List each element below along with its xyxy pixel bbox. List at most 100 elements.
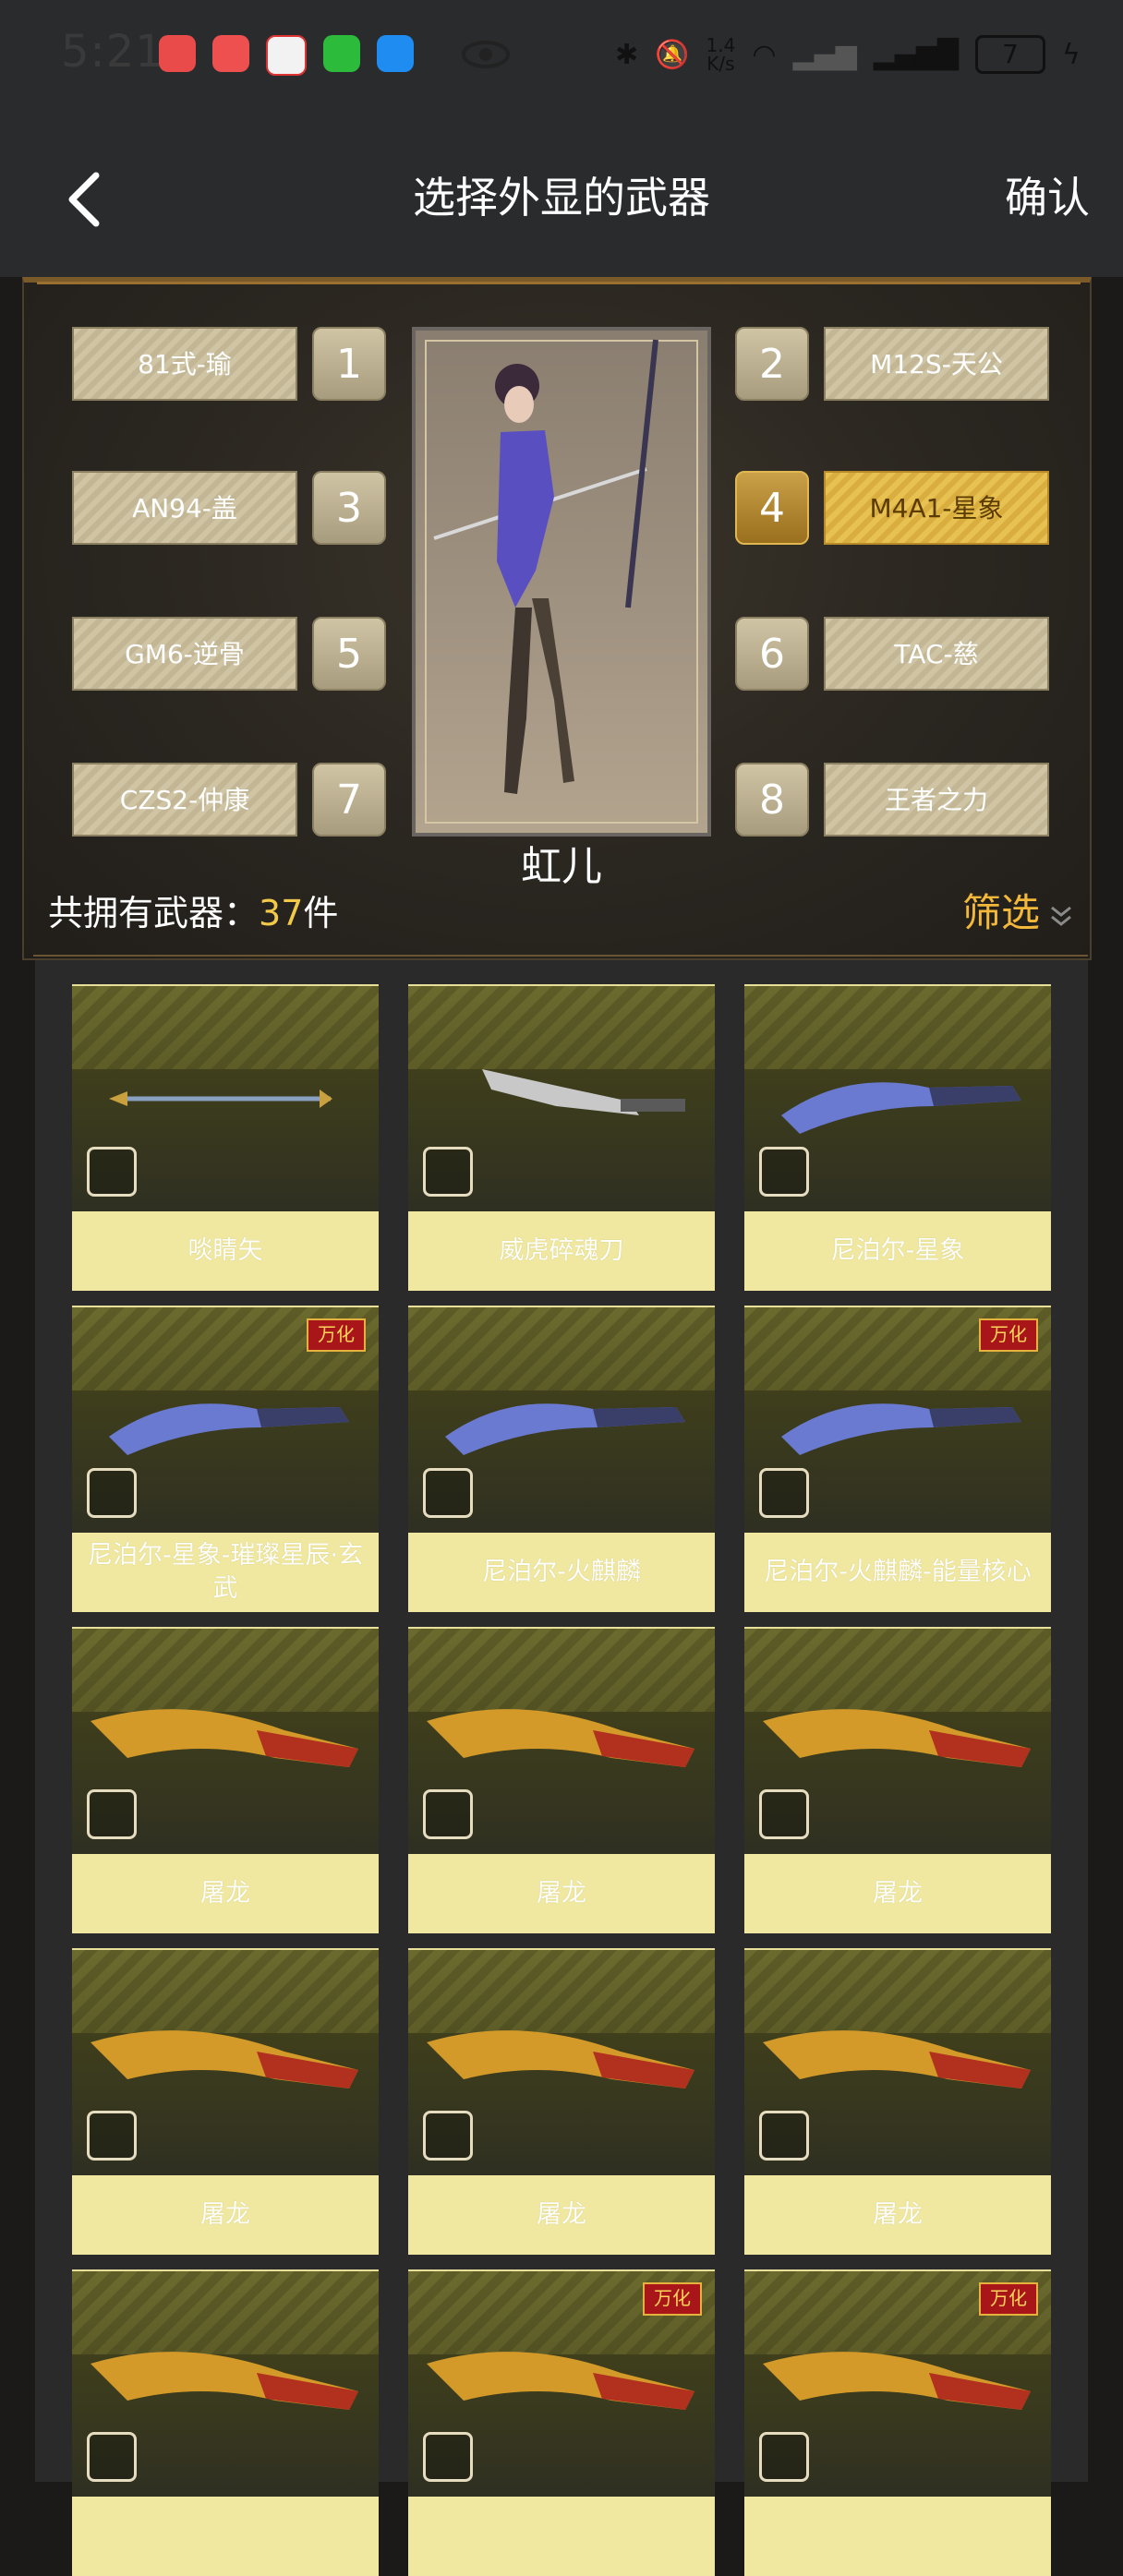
weapon-thumbnail <box>72 1948 379 2177</box>
game-app-icon <box>266 35 307 76</box>
mute-icon: 🔕 <box>655 38 690 71</box>
weapon-card[interactable]: 万化 <box>408 2269 715 2576</box>
weapon-card[interactable]: 万化 尼泊尔-火麒麟-能量核心 <box>744 1306 1051 1612</box>
message-app-icon <box>377 35 414 72</box>
page-title: 选择外显的武器 <box>413 173 710 223</box>
select-checkbox[interactable] <box>87 2432 137 2482</box>
weapon-card[interactable]: 尼泊尔-星象 <box>744 984 1051 1291</box>
select-checkbox[interactable] <box>87 1789 137 1839</box>
signal-icon: ▂▄▆ <box>792 38 857 71</box>
weapon-name: 威虎碎魂刀 <box>408 1211 715 1291</box>
weapon-card[interactable]: 威虎碎魂刀 <box>408 984 715 1291</box>
slot-5-weapon[interactable]: GM6-逆骨 <box>72 617 297 691</box>
weapon-name <box>408 2497 715 2576</box>
weapon-card[interactable]: 啖睛矢 <box>72 984 379 1291</box>
slot-6-number[interactable]: 6 <box>735 617 809 691</box>
weapon-card[interactable]: 屠龙 <box>72 1627 379 1933</box>
character-name: 虹儿 <box>521 843 602 890</box>
select-checkbox[interactable] <box>759 1789 809 1839</box>
weapon-name: 屠龙 <box>408 1854 715 1933</box>
system-indicators: ✱ 🔕 1.4 K/s ◠ ▂▄▆ ▂▄▆█ 7 ϟ <box>615 31 1081 78</box>
clock: 5:21 <box>61 26 164 78</box>
select-checkbox[interactable] <box>87 2111 137 2161</box>
slot-8-number[interactable]: 8 <box>735 763 809 837</box>
weapon-card[interactable]: 万化 <box>744 2269 1051 2576</box>
slot-4-number[interactable]: 4 <box>735 471 809 545</box>
slot-6-weapon[interactable]: TAC-慈 <box>824 617 1049 691</box>
select-checkbox[interactable] <box>87 1147 137 1197</box>
weapon-thumbnail: 万化 <box>744 1306 1051 1535</box>
character-portrait <box>412 327 711 837</box>
select-checkbox[interactable] <box>423 1147 473 1197</box>
slot-1-weapon[interactable]: 81式-瑜 <box>72 327 297 401</box>
weapon-thumbnail <box>408 1627 715 1856</box>
weapon-thumbnail <box>744 984 1051 1213</box>
variant-badge: 万化 <box>643 2282 702 2316</box>
character-figure <box>433 339 658 794</box>
weapon-card[interactable]: 尼泊尔-火麒麟 <box>408 1306 715 1612</box>
weapon-thumbnail <box>408 1306 715 1535</box>
weapon-name: 屠龙 <box>744 2175 1051 2255</box>
charging-icon: ϟ <box>1062 38 1081 71</box>
weapon-count: 共拥有武器：37件 <box>48 893 339 933</box>
weapon-card[interactable]: 屠龙 <box>72 1948 379 2255</box>
shop-app-icon <box>212 35 249 72</box>
weapon-name <box>744 2497 1051 2576</box>
title-bar: 选择外显的武器 确认 <box>0 111 1123 277</box>
select-checkbox[interactable] <box>759 1468 809 1518</box>
slot-5-number[interactable]: 5 <box>312 617 386 691</box>
weapon-name: 尼泊尔-星象-璀璨星辰·玄武 <box>72 1533 379 1612</box>
weapon-card[interactable]: 屠龙 <box>408 1627 715 1933</box>
slot-8-weapon[interactable]: 王者之力 <box>824 763 1049 837</box>
slot-4-weapon[interactable]: M4A1-星象 <box>824 471 1049 545</box>
weapon-card[interactable]: 屠龙 <box>408 1948 715 2255</box>
slot-1-number[interactable]: 1 <box>312 327 386 401</box>
weapon-name: 啖睛矢 <box>72 1211 379 1291</box>
select-checkbox[interactable] <box>759 1147 809 1197</box>
weapon-name: 屠龙 <box>408 2175 715 2255</box>
slot-3-weapon[interactable]: AN94-盖 <box>72 471 297 545</box>
divider <box>33 955 1088 957</box>
weapon-thumbnail <box>744 1948 1051 2177</box>
weapon-thumbnail: 万化 <box>72 1306 379 1535</box>
battery-indicator: 7 <box>975 35 1046 74</box>
weapon-name: 屠龙 <box>72 2175 379 2255</box>
weapon-thumbnail <box>72 984 379 1213</box>
weapon-card[interactable]: 万化尼泊尔-星象-璀璨星辰·玄武 <box>72 1306 379 1612</box>
eye-icon <box>462 41 510 68</box>
slot-3-number[interactable]: 3 <box>312 471 386 545</box>
weapon-thumbnail: 万化 <box>744 2269 1051 2498</box>
select-checkbox[interactable] <box>87 1468 137 1518</box>
slot-7-number[interactable]: 7 <box>312 763 386 837</box>
weapon-thumbnail <box>72 2269 379 2498</box>
select-checkbox[interactable] <box>759 2111 809 2161</box>
weapon-thumbnail <box>72 1627 379 1856</box>
weapon-card[interactable]: 屠龙 <box>744 1948 1051 2255</box>
weapon-name: 尼泊尔-火麒麟-能量核心 <box>744 1533 1051 1612</box>
slot-2-number[interactable]: 2 <box>735 327 809 401</box>
weapon-card[interactable] <box>72 2269 379 2576</box>
status-bar: 5:21 ✱ 🔕 1.4 K/s ◠ ▂▄▆ ▂▄▆█ 7 ϟ <box>0 0 1123 111</box>
select-checkbox[interactable] <box>423 1789 473 1839</box>
weapon-name: 屠龙 <box>744 1854 1051 1933</box>
weapon-name: 尼泊尔-星象 <box>744 1211 1051 1291</box>
select-checkbox[interactable] <box>759 2432 809 2482</box>
filter-button[interactable]: 筛选 <box>962 882 1073 938</box>
notification-icons <box>159 35 414 76</box>
book-app-icon <box>159 35 196 72</box>
weapon-thumbnail <box>408 984 715 1213</box>
variant-badge: 万化 <box>307 1318 366 1352</box>
confirm-button[interactable]: 确认 <box>1005 164 1090 225</box>
slot-7-weapon[interactable]: CZS2-仲康 <box>72 763 297 837</box>
net-speed: 1.4 K/s <box>706 34 736 75</box>
select-checkbox[interactable] <box>423 2432 473 2482</box>
weapon-card[interactable]: 屠龙 <box>744 1627 1051 1933</box>
slot-2-weapon[interactable]: M12S-天公 <box>824 327 1049 401</box>
wechat-icon <box>323 35 360 72</box>
select-checkbox[interactable] <box>423 2111 473 2161</box>
weapon-name: 尼泊尔-火麒麟 <box>408 1533 715 1612</box>
bluetooth-icon: ✱ <box>615 38 639 71</box>
select-checkbox[interactable] <box>423 1468 473 1518</box>
weapon-thumbnail <box>744 1627 1051 1856</box>
panel-decoration <box>37 282 1081 297</box>
